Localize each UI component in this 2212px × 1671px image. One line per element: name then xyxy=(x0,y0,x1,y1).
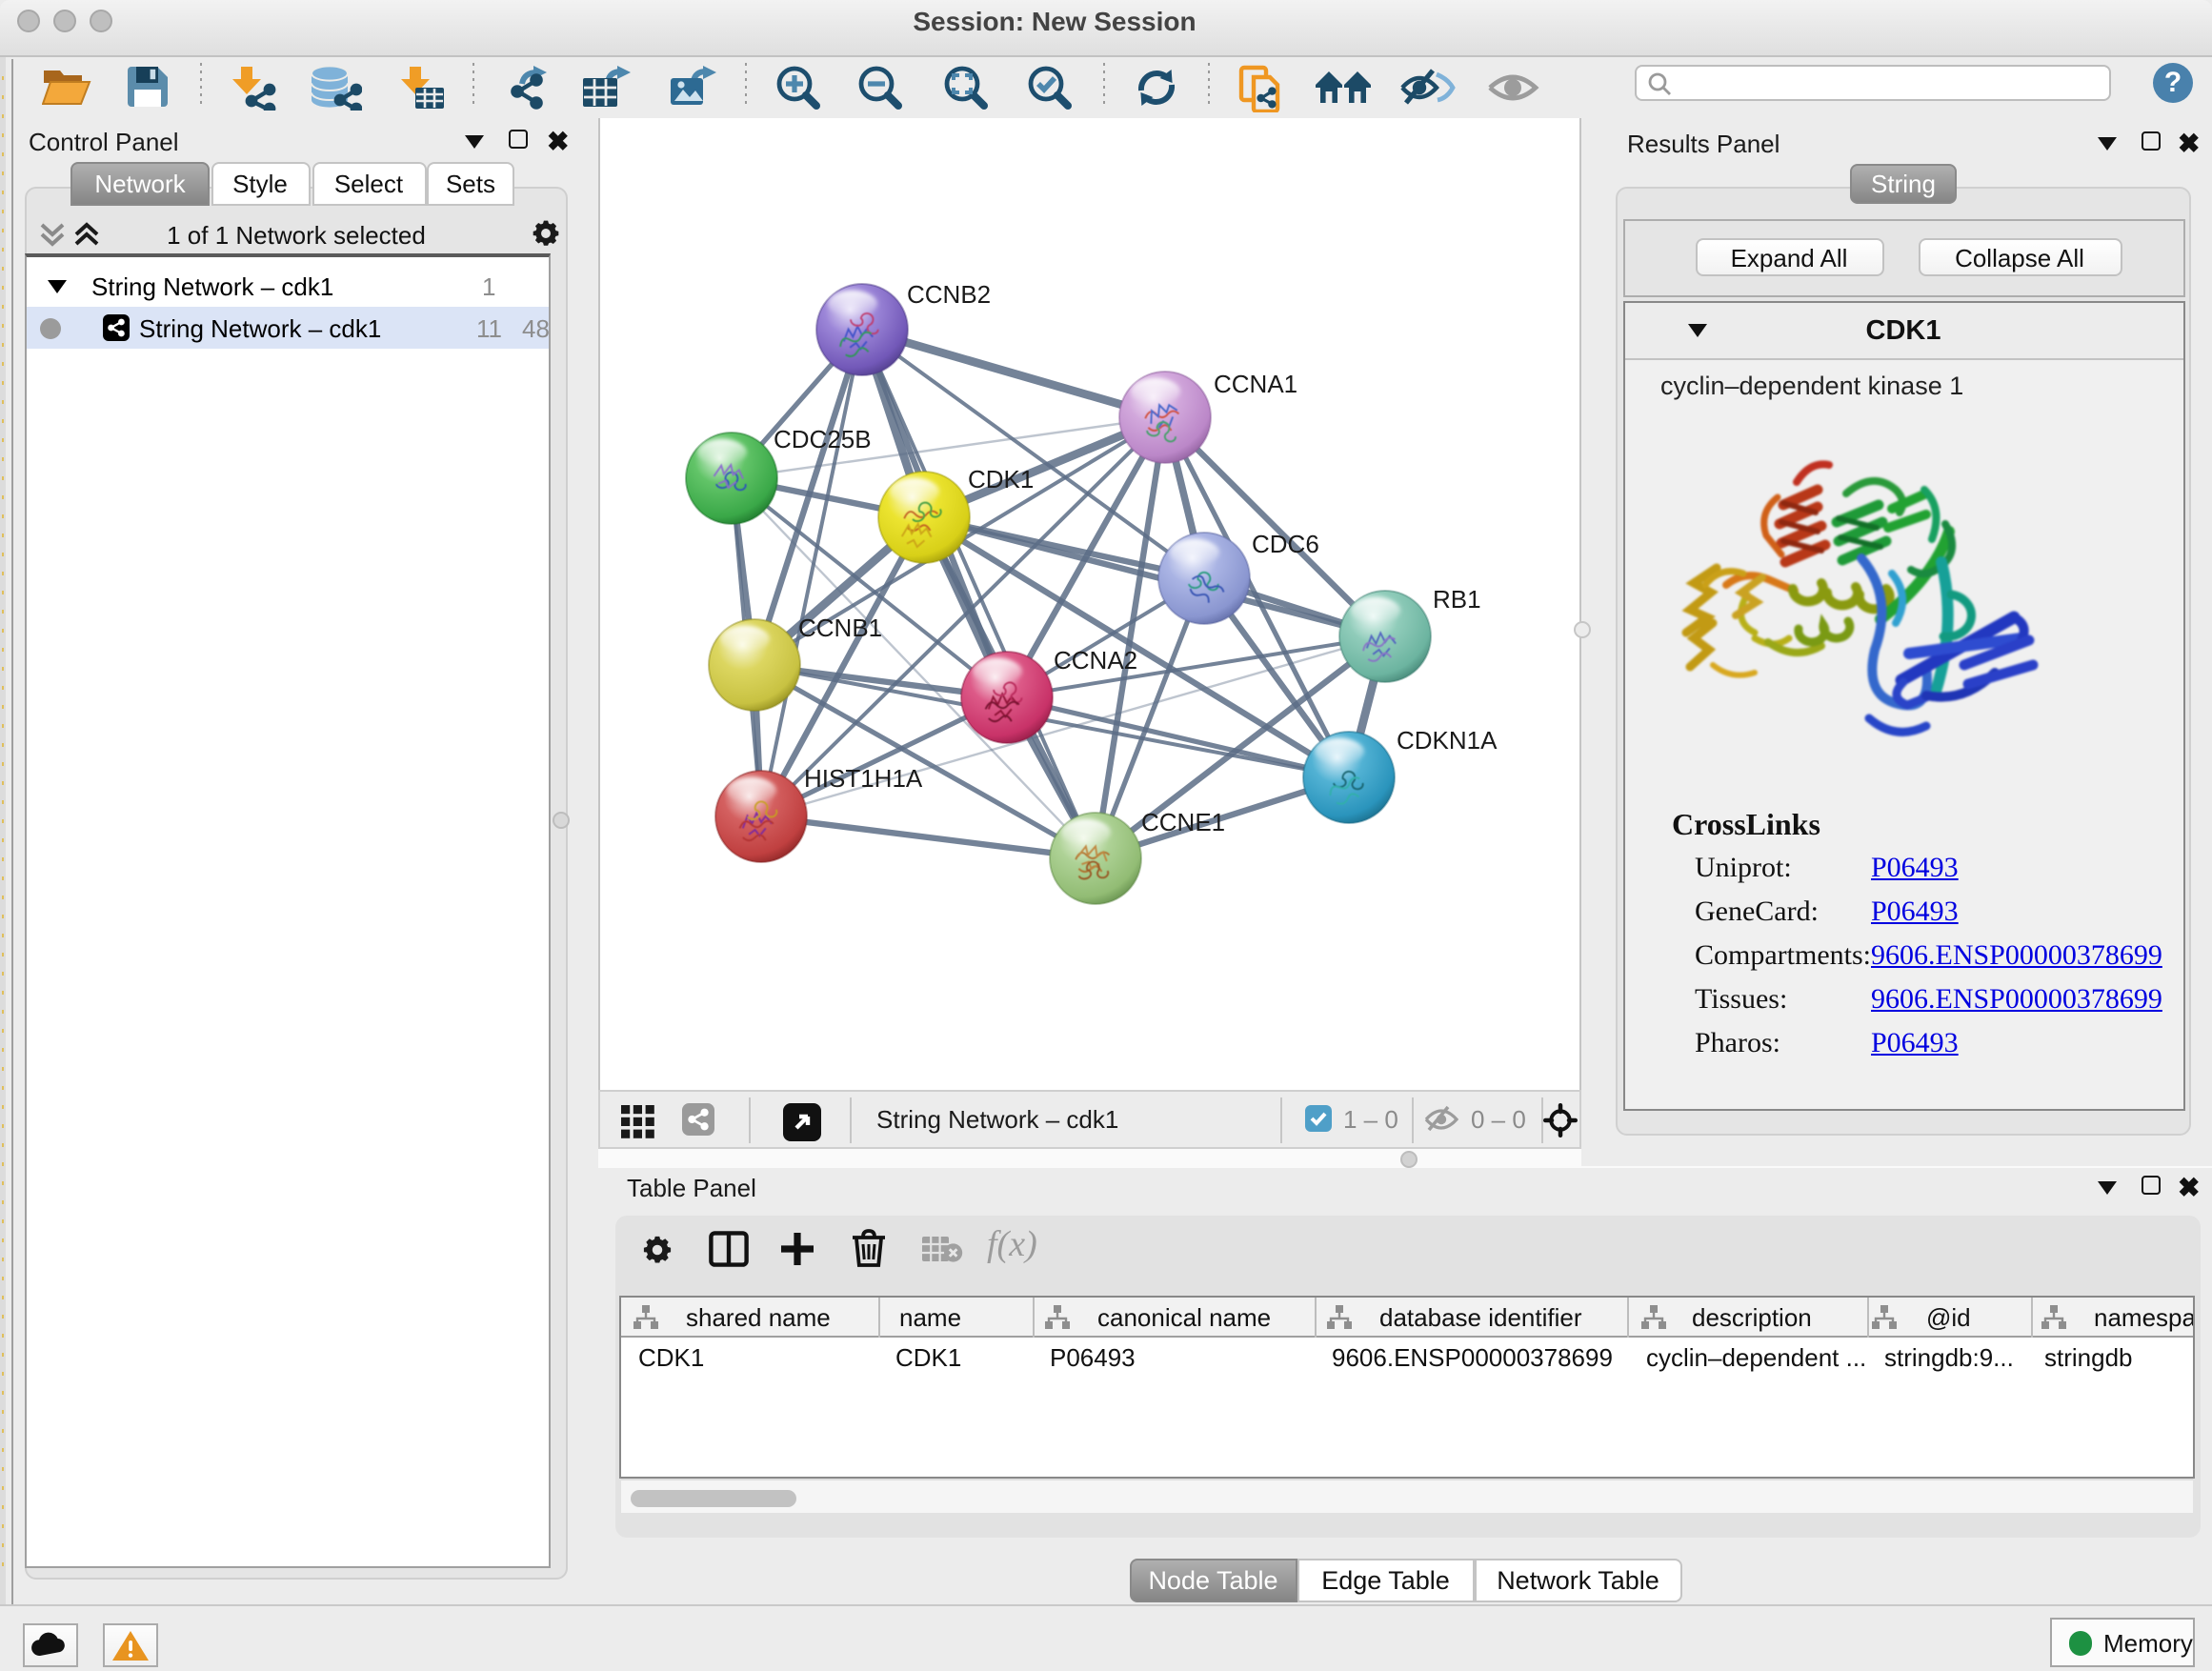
svg-text:CCNA2: CCNA2 xyxy=(1054,646,1137,674)
svg-text:RB1: RB1 xyxy=(1433,585,1481,614)
svg-text:CDKN1A: CDKN1A xyxy=(1397,726,1498,755)
svg-text:CCNA1: CCNA1 xyxy=(1214,370,1297,398)
svg-text:CCNB2: CCNB2 xyxy=(907,280,991,309)
svg-text:CCNE1: CCNE1 xyxy=(1141,808,1225,836)
svg-text:HIST1H1A: HIST1H1A xyxy=(804,764,923,793)
svg-text:CCNB1: CCNB1 xyxy=(798,614,882,642)
svg-text:CDC25B: CDC25B xyxy=(774,425,872,453)
svg-text:CDK1: CDK1 xyxy=(968,465,1034,493)
svg-text:CDC6: CDC6 xyxy=(1252,530,1319,558)
